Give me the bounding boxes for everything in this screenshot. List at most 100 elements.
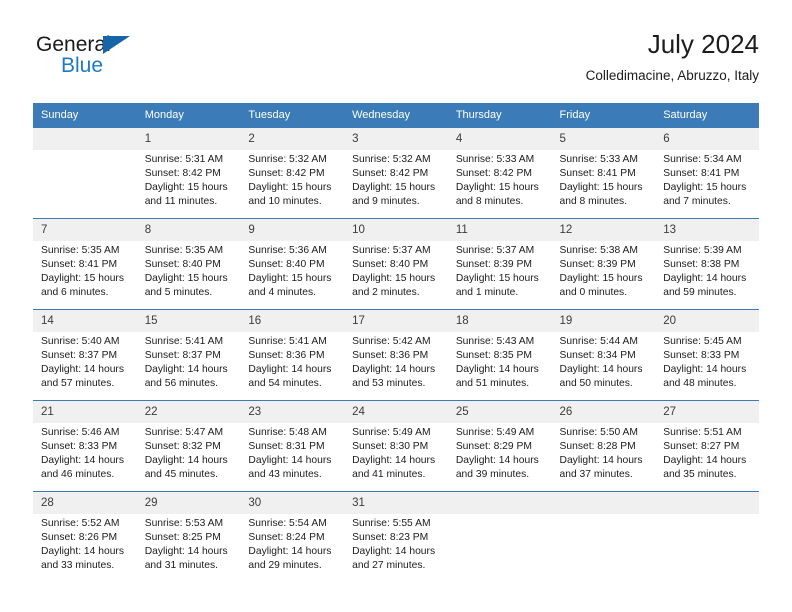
day-detail-daylight-1: Daylight: 14 hours [352, 455, 436, 467]
day-detail-daylight-1: Daylight: 14 hours [663, 455, 747, 467]
calendar-day-cell[interactable]: 23 Sunrise: 5:48 AM Sunset: 8:31 PM Dayligh… [240, 400, 345, 492]
day-detail-sunrise: Sunrise: 5:38 AM [559, 245, 638, 256]
day-detail-daylight-2: and 39 minutes. [455, 469, 530, 481]
day-detail-sunset: Sunset: 8:37 PM [144, 350, 221, 362]
day-detail-daylight-2: and 7 minutes. [663, 196, 731, 208]
calendar-day-cell[interactable]: 1 Sunrise: 5:31 AM Sunset: 8:42 PM Daylight… [136, 127, 241, 219]
calendar-day-cell-empty [655, 491, 759, 582]
weekday-header-friday: Friday [551, 103, 656, 128]
day-detail-sunrise: Sunrise: 5:48 AM [248, 427, 327, 438]
day-details: Sunrise: 5:53 AM Sunset: 8:25 PM Daylight:… [137, 514, 241, 573]
calendar-day-cell[interactable]: 7 Sunrise: 5:35 AM Sunset: 8:41 PM Daylight… [33, 218, 137, 310]
day-number: 24 [344, 401, 448, 423]
calendar-week-row: 28 Sunrise: 5:52 AM Sunset: 8:26 PM Dayligh… [33, 491, 759, 582]
calendar-day-cell[interactable]: 20 Sunrise: 5:45 AM Sunset: 8:33 PM Dayligh… [655, 309, 759, 401]
day-detail-sunrise: Sunrise: 5:43 AM [455, 336, 535, 347]
day-detail-sunset: Sunset: 8:42 PM [248, 168, 325, 180]
day-detail-daylight-1: Daylight: 14 hours [248, 455, 332, 467]
day-detail-sunrise: Sunrise: 5:51 AM [663, 427, 742, 438]
day-detail-daylight-2: and 51 minutes. [455, 378, 530, 390]
day-detail-sunrise: Sunrise: 5:45 AM [663, 336, 742, 347]
day-detail-daylight-1: Daylight: 15 hours [248, 182, 332, 194]
calendar-day-cell[interactable]: 29 Sunrise: 5:53 AM Sunset: 8:25 PM Dayligh… [136, 491, 241, 582]
calendar-day-cell[interactable]: 28 Sunrise: 5:52 AM Sunset: 8:26 PM Dayligh… [33, 491, 137, 582]
calendar-day-cell[interactable]: 2 Sunrise: 5:32 AM Sunset: 8:42 PM Daylight… [240, 127, 345, 219]
calendar-week-row: 21 Sunrise: 5:46 AM Sunset: 8:33 PM Dayligh… [33, 400, 759, 492]
day-detail-sunset: Sunset: 8:34 PM [559, 350, 636, 362]
day-detail-sunset: Sunset: 8:38 PM [663, 259, 740, 271]
day-number: 25 [447, 401, 552, 423]
calendar-day-cell[interactable]: 16 Sunrise: 5:41 AM Sunset: 8:36 PM Dayligh… [240, 309, 345, 401]
day-detail-daylight-2: and 33 minutes. [41, 560, 115, 572]
day-detail-sunrise: Sunrise: 5:55 AM [352, 518, 431, 529]
calendar-day-cell[interactable]: 3 Sunrise: 5:32 AM Sunset: 8:42 PM Daylight… [344, 127, 448, 219]
calendar-day-cell[interactable]: 5 Sunrise: 5:33 AM Sunset: 8:41 PM Daylight… [551, 127, 656, 219]
day-detail-sunrise: Sunrise: 5:32 AM [248, 154, 327, 165]
calendar-day-cell[interactable]: 13 Sunrise: 5:39 AM Sunset: 8:38 PM Dayligh… [655, 218, 759, 310]
day-detail-sunset: Sunset: 8:36 PM [248, 350, 325, 362]
day-detail-daylight-2: and 10 minutes. [248, 196, 322, 208]
day-number: 23 [240, 401, 345, 423]
calendar-week-row: 14 Sunrise: 5:40 AM Sunset: 8:37 PM Dayligh… [33, 309, 759, 401]
day-detail-sunrise: Sunrise: 5:54 AM [248, 518, 327, 529]
day-detail-sunset: Sunset: 8:25 PM [144, 532, 221, 544]
day-details: Sunrise: 5:38 AM Sunset: 8:39 PM Daylight:… [552, 241, 656, 300]
day-detail-daylight-2: and 9 minutes. [352, 196, 420, 208]
day-detail-sunset: Sunset: 8:41 PM [559, 168, 636, 180]
day-number: 6 [655, 128, 759, 150]
calendar-day-cell[interactable]: 18 Sunrise: 5:43 AM Sunset: 8:35 PM Dayligh… [447, 309, 552, 401]
calendar-day-cell[interactable]: 11 Sunrise: 5:37 AM Sunset: 8:39 PM Dayligh… [447, 218, 552, 310]
day-detail-daylight-2: and 57 minutes. [41, 378, 115, 390]
calendar-day-cell[interactable]: 17 Sunrise: 5:42 AM Sunset: 8:36 PM Dayligh… [344, 309, 448, 401]
day-detail-daylight-2: and 31 minutes. [144, 560, 218, 572]
calendar-day-cell[interactable]: 12 Sunrise: 5:38 AM Sunset: 8:39 PM Dayligh… [551, 218, 656, 310]
day-details: Sunrise: 5:35 AM Sunset: 8:40 PM Daylight:… [137, 241, 241, 300]
calendar-day-cell[interactable]: 21 Sunrise: 5:46 AM Sunset: 8:33 PM Dayligh… [33, 400, 137, 492]
day-detail-daylight-2: and 41 minutes. [352, 469, 426, 481]
day-detail-daylight-1: Daylight: 15 hours [455, 273, 539, 285]
day-number: 26 [551, 401, 656, 423]
calendar-day-cell[interactable]: 9 Sunrise: 5:36 AM Sunset: 8:40 PM Daylight… [240, 218, 345, 310]
day-number: 29 [136, 492, 241, 514]
day-detail-sunset: Sunset: 8:41 PM [41, 259, 118, 271]
day-detail-daylight-1: Daylight: 15 hours [144, 273, 228, 285]
day-number: 17 [344, 310, 448, 332]
calendar-day-cell[interactable]: 30 Sunrise: 5:54 AM Sunset: 8:24 PM Dayligh… [240, 491, 345, 582]
calendar-day-cell[interactable]: 31 Sunrise: 5:55 AM Sunset: 8:23 PM Dayligh… [344, 491, 448, 582]
day-number: 9 [240, 219, 345, 241]
calendar-day-cell[interactable]: 6 Sunrise: 5:34 AM Sunset: 8:41 PM Daylight… [655, 127, 759, 219]
day-detail-sunset: Sunset: 8:40 PM [352, 259, 429, 271]
calendar-day-cell[interactable]: 14 Sunrise: 5:40 AM Sunset: 8:37 PM Dayligh… [33, 309, 137, 401]
calendar-day-cell[interactable]: 15 Sunrise: 5:41 AM Sunset: 8:37 PM Dayligh… [136, 309, 241, 401]
day-details: Sunrise: 5:36 AM Sunset: 8:40 PM Daylight:… [240, 241, 344, 300]
day-detail-sunrise: Sunrise: 5:42 AM [352, 336, 431, 347]
day-number: 3 [344, 128, 448, 150]
day-detail-sunset: Sunset: 8:39 PM [455, 259, 532, 271]
calendar-day-cell[interactable]: 26 Sunrise: 5:50 AM Sunset: 8:28 PM Dayligh… [551, 400, 656, 492]
calendar-day-cell[interactable]: 27 Sunrise: 5:51 AM Sunset: 8:27 PM Dayligh… [655, 400, 759, 492]
calendar-day-cell[interactable]: 8 Sunrise: 5:35 AM Sunset: 8:40 PM Daylight… [136, 218, 241, 310]
day-details: Sunrise: 5:39 AM Sunset: 8:38 PM Daylight:… [655, 241, 759, 300]
calendar-day-cell[interactable]: 10 Sunrise: 5:37 AM Sunset: 8:40 PM Dayligh… [344, 218, 448, 310]
day-number [33, 128, 137, 150]
day-details: Sunrise: 5:47 AM Sunset: 8:32 PM Daylight:… [137, 423, 241, 482]
calendar-week-row: 7 Sunrise: 5:35 AM Sunset: 8:41 PM Daylight… [33, 218, 759, 310]
calendar-day-cell[interactable]: 24 Sunrise: 5:49 AM Sunset: 8:30 PM Dayligh… [344, 400, 448, 492]
calendar-day-cell[interactable]: 19 Sunrise: 5:44 AM Sunset: 8:34 PM Dayligh… [551, 309, 656, 401]
calendar-page: General Blue July 2024 Colledimacine, Ab… [0, 0, 792, 612]
day-detail-daylight-2: and 35 minutes. [663, 469, 737, 481]
calendar-body: 1 Sunrise: 5:31 AM Sunset: 8:42 PM Daylight… [33, 127, 759, 582]
day-detail-daylight-1: Daylight: 15 hours [663, 182, 747, 194]
calendar-week-row: 1 Sunrise: 5:31 AM Sunset: 8:42 PM Daylight… [33, 127, 759, 219]
day-detail-daylight-2: and 37 minutes. [559, 469, 633, 481]
day-detail-sunset: Sunset: 8:42 PM [144, 168, 221, 180]
calendar-day-cell[interactable]: 22 Sunrise: 5:47 AM Sunset: 8:32 PM Dayligh… [136, 400, 241, 492]
day-detail-daylight-2: and 56 minutes. [144, 378, 218, 390]
day-detail-daylight-1: Daylight: 14 hours [352, 546, 436, 558]
day-detail-daylight-2: and 27 minutes. [352, 560, 426, 572]
day-details: Sunrise: 5:51 AM Sunset: 8:27 PM Daylight:… [655, 423, 759, 482]
day-detail-sunset: Sunset: 8:29 PM [455, 441, 532, 453]
calendar-day-cell[interactable]: 25 Sunrise: 5:49 AM Sunset: 8:29 PM Dayligh… [447, 400, 552, 492]
calendar-day-cell[interactable]: 4 Sunrise: 5:33 AM Sunset: 8:42 PM Daylight… [447, 127, 552, 219]
day-detail-daylight-1: Daylight: 15 hours [559, 182, 643, 194]
